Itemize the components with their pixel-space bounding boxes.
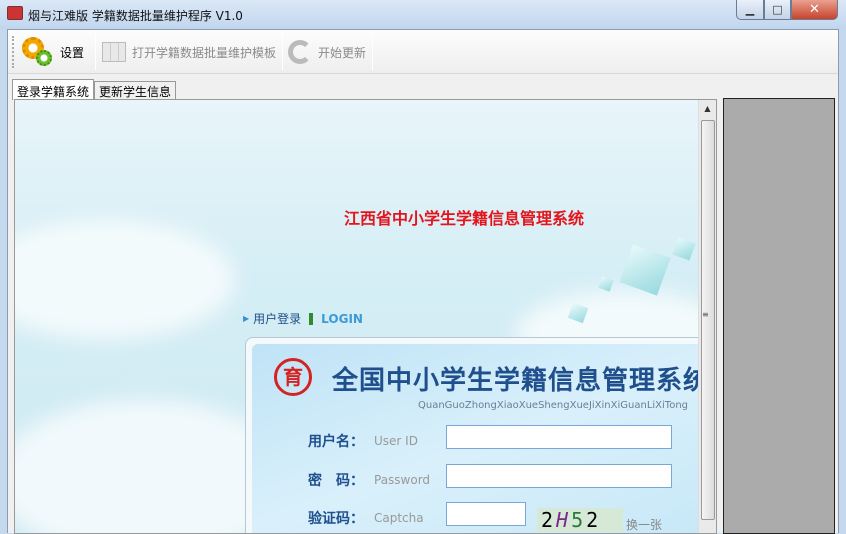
login-label: 用户登录 bbox=[253, 312, 302, 326]
toolbar-separator bbox=[372, 34, 373, 70]
window-title: 烟与江难版 学籍数据批量维护程序 V1.0 bbox=[28, 9, 243, 23]
captcha-char: 2 bbox=[586, 508, 602, 532]
toolbar-grip[interactable] bbox=[12, 36, 14, 68]
captcha-char: H bbox=[556, 508, 572, 532]
toolbar-separator bbox=[95, 34, 96, 70]
tab-strip: 登录学籍系统 更新学生信息 bbox=[12, 78, 177, 100]
cube-decoration bbox=[672, 237, 696, 261]
scroll-up-icon[interactable]: ▲ bbox=[699, 100, 716, 117]
cloud-decoration bbox=[15, 220, 235, 340]
start-update-button[interactable]: 开始更新 bbox=[288, 36, 366, 68]
side-panel bbox=[723, 98, 835, 534]
national-system-title: 全国中小学生学籍信息管理系统 bbox=[332, 366, 698, 396]
captcha-en-label: Captcha bbox=[374, 511, 424, 525]
cube-decoration bbox=[619, 244, 671, 296]
close-button[interactable]: ✕ bbox=[791, 0, 838, 20]
spreadsheet-icon bbox=[102, 42, 126, 62]
web-page: 江西省中小学生学籍信息管理系统 ▶ 用户登录 LOGIN 育 全国中小学生学籍信… bbox=[15, 100, 698, 533]
gear-icon bbox=[22, 37, 54, 67]
minimize-button[interactable]: ▁ bbox=[736, 0, 764, 20]
captcha-char: 5 bbox=[571, 508, 587, 532]
login-box: 育 全国中小学生学籍信息管理系统 QuanGuoZhongXiaoXueShen… bbox=[245, 337, 698, 533]
education-logo: 育 bbox=[274, 358, 312, 396]
userid-input[interactable] bbox=[446, 425, 672, 449]
scroll-thumb[interactable] bbox=[701, 120, 715, 520]
captcha-input[interactable] bbox=[446, 502, 526, 526]
refresh-captcha-link[interactable]: 换一张 bbox=[626, 516, 662, 533]
userid-row: 用户名： User ID bbox=[308, 431, 444, 451]
tab-login[interactable]: 登录学籍系统 bbox=[12, 79, 95, 100]
divider-bar bbox=[309, 312, 314, 325]
toolbar: 设置 打开学籍数据批量维护模板 开始更新 bbox=[8, 30, 838, 74]
browser-panel: 江西省中小学生学籍信息管理系统 ▶ 用户登录 LOGIN 育 全国中小学生学籍信… bbox=[14, 99, 717, 534]
pinyin-subtitle: QuanGuoZhongXiaoXueShengXueJiXinXiGuanLi… bbox=[418, 400, 689, 411]
settings-label: 设置 bbox=[60, 45, 85, 60]
password-label: 密 码： bbox=[308, 473, 364, 489]
app-icon bbox=[7, 6, 23, 20]
tab-update-student[interactable]: 更新学生信息 bbox=[94, 81, 177, 99]
open-template-label: 打开学籍数据批量维护模板 bbox=[132, 45, 277, 60]
start-update-label: 开始更新 bbox=[318, 45, 367, 60]
password-row: 密 码： Password bbox=[308, 470, 444, 490]
triangle-icon: ▶ bbox=[243, 314, 250, 323]
scroll-grip-icon: ≡ bbox=[702, 310, 709, 319]
vertical-scrollbar[interactable]: ▲ ≡ bbox=[698, 100, 716, 533]
province-system-heading: 江西省中小学生学籍信息管理系统 bbox=[344, 209, 585, 228]
captcha-row: 验证码： Captcha bbox=[308, 508, 444, 528]
userid-label: 用户名： bbox=[308, 434, 364, 450]
title-bar: 烟与江难版 学籍数据批量维护程序 V1.0 ▁ □ ✕ bbox=[0, 0, 846, 29]
toolbar-separator bbox=[282, 34, 283, 70]
password-input[interactable] bbox=[446, 464, 672, 488]
login-section-label: ▶ 用户登录 LOGIN bbox=[243, 310, 363, 327]
open-template-button[interactable]: 打开学籍数据批量维护模板 bbox=[102, 36, 276, 68]
login-en-label: LOGIN bbox=[321, 311, 363, 326]
captcha-char: 2 bbox=[541, 508, 557, 532]
maximize-button[interactable]: □ bbox=[764, 0, 791, 20]
client-area: 设置 打开学籍数据批量维护模板 开始更新 登录学籍系统 更新学生信息 江西省中小… bbox=[7, 29, 839, 534]
captcha-image[interactable]: 2H52 bbox=[537, 508, 623, 532]
password-en-label: Password bbox=[374, 473, 431, 487]
userid-en-label: User ID bbox=[374, 434, 418, 448]
settings-button[interactable]: 设置 bbox=[22, 36, 84, 68]
refresh-icon bbox=[288, 40, 312, 64]
captcha-label: 验证码： bbox=[308, 511, 364, 527]
